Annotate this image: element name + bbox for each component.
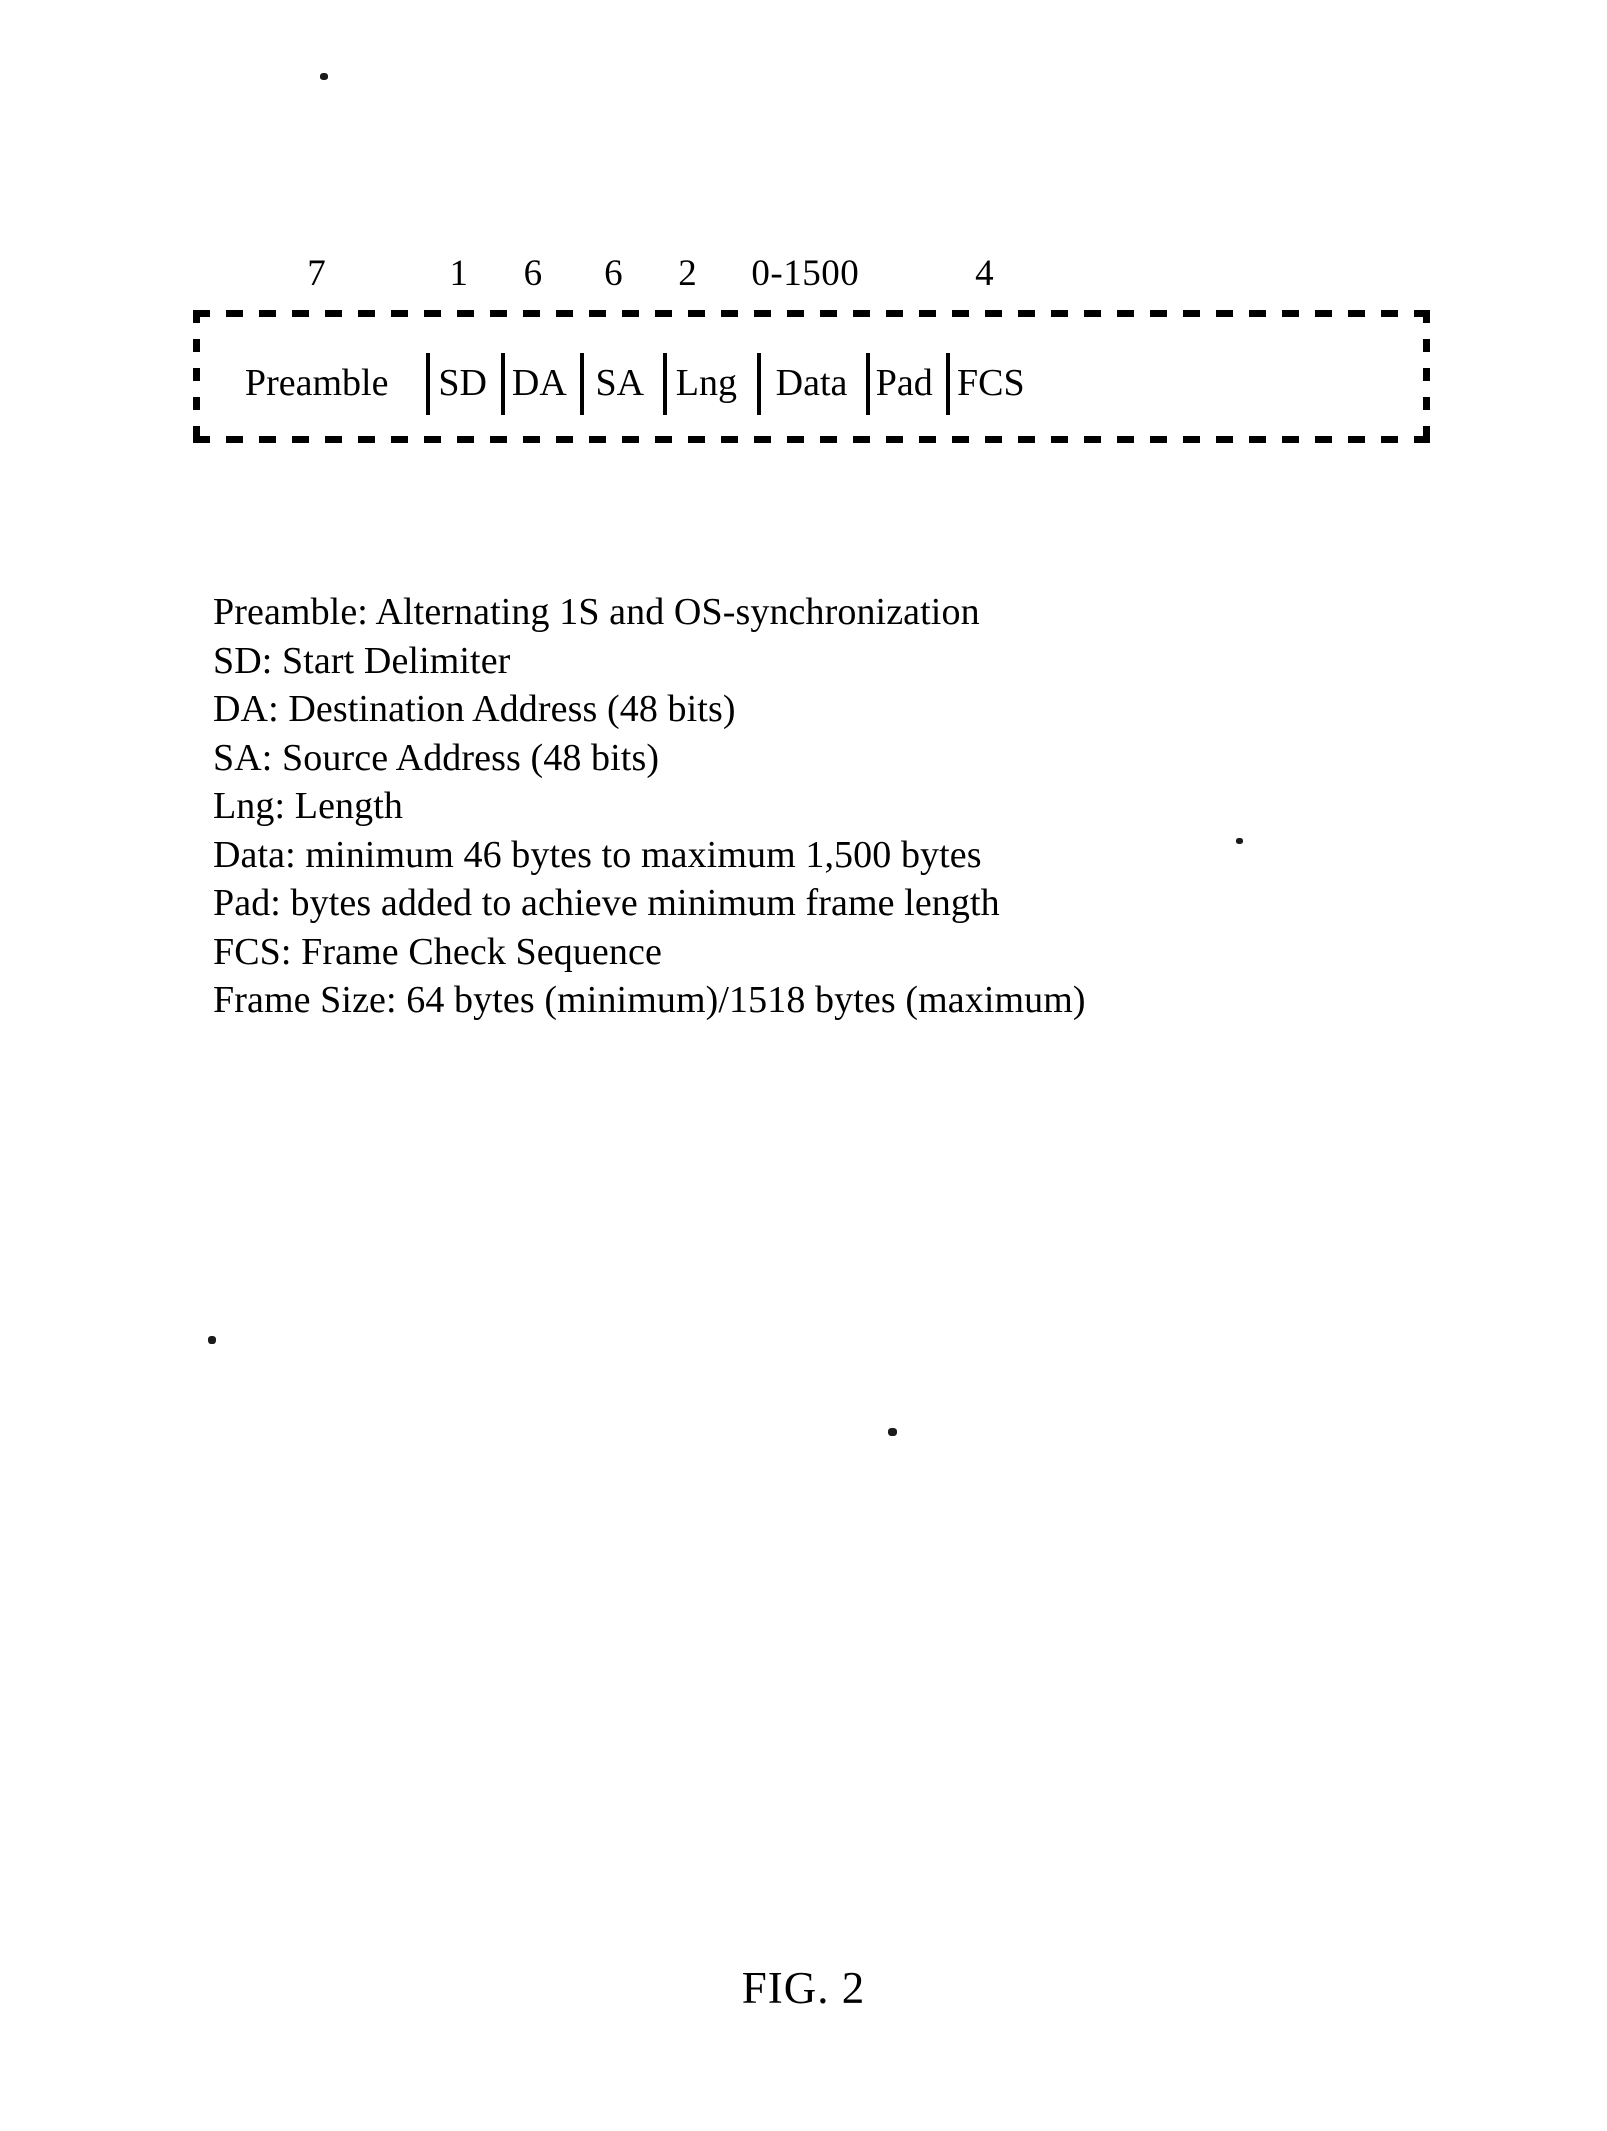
byte-count-label: 2 <box>678 253 698 294</box>
scan-speck <box>888 1428 897 1436</box>
legend-line: Lng: Length <box>213 785 404 827</box>
frame-field-sa: SA <box>595 362 645 404</box>
legend-line: FCS: Frame Check Sequence <box>213 930 662 973</box>
byte-count-label: 1 <box>449 253 469 294</box>
frame-field-sd: SD <box>438 362 487 404</box>
legend-line: DA: Destination Address (48 bits) <box>213 688 736 730</box>
byte-count-label: 4 <box>975 253 995 294</box>
frame-box-bottom-border <box>193 436 1430 443</box>
scan-speck <box>208 1336 216 1344</box>
figure-caption: FIG. 2 <box>741 1963 866 2013</box>
field-separator <box>663 353 668 415</box>
field-separator <box>865 353 870 415</box>
byte-count-label: 7 <box>307 253 327 294</box>
byte-count-label: 6 <box>523 253 543 294</box>
field-separator <box>946 353 951 415</box>
frame-field-fcs: FCS <box>957 362 1025 404</box>
legend-line: Data: minimum 46 bytes to maximum 1,500 … <box>213 833 982 876</box>
legend-line: Pad: bytes added to achieve minimum fram… <box>213 882 1000 924</box>
byte-count-label: 0-1500 <box>751 253 860 294</box>
frame-field-pad: Pad <box>875 362 933 404</box>
frame-field-data: Data <box>775 362 848 404</box>
ethernet-frame-box: Preamble SD DA SA Lng Data Pad FCS <box>193 310 1430 443</box>
legend-line: Preamble: Alternating 1S and OS-synchron… <box>213 591 980 633</box>
scan-speck <box>320 73 328 80</box>
legend-line: SA: Source Address (48 bits) <box>213 736 660 779</box>
field-separator <box>580 353 585 415</box>
frame-box-left-border <box>193 310 200 443</box>
legend-line: SD: Start Delimiter <box>213 639 511 682</box>
byte-count-label: 6 <box>604 253 624 294</box>
field-separator <box>501 353 505 415</box>
frame-field-preamble: Preamble <box>244 362 389 404</box>
legend-block: Preamble: Alternating 1S and OS-synchron… <box>213 588 1413 1025</box>
field-separator <box>757 353 762 415</box>
frame-box-right-border <box>1423 310 1430 443</box>
frame-field-da: DA <box>511 362 567 404</box>
frame-box-top-border <box>193 310 1430 317</box>
legend-line: Frame Size: 64 bytes (minimum)/1518 byte… <box>213 979 1086 1021</box>
field-separator <box>425 353 430 415</box>
byte-count-row: 7 1 6 6 2 0-1500 4 <box>193 248 1430 300</box>
frame-field-lng: Lng <box>675 362 737 404</box>
